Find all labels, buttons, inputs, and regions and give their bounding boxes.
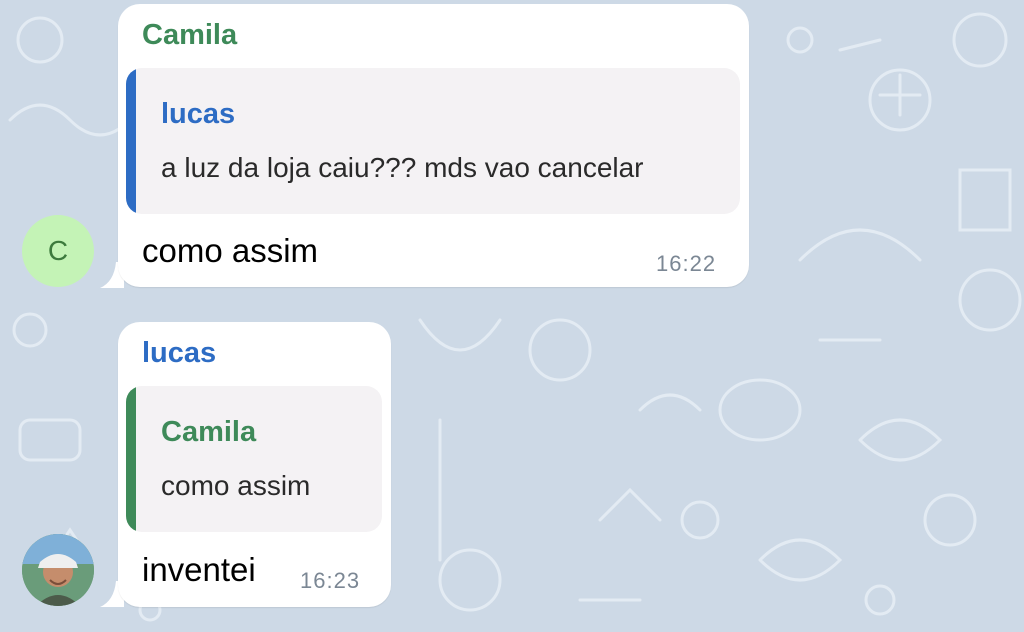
avatar-initial: C	[47, 235, 69, 266]
avatar[interactable]: C	[22, 215, 94, 287]
reply-bar	[126, 68, 136, 214]
reply-preview[interactable]: lucas a luz da loja caiu??? mds vao canc…	[126, 68, 740, 214]
sender-name[interactable]: lucas	[142, 337, 216, 370]
message-time: 16:22	[656, 251, 717, 276]
reply-preview[interactable]: Camila como assim	[126, 386, 382, 532]
reply-text: como assim	[161, 470, 311, 501]
reply-sender-name: Camila	[161, 416, 257, 448]
message-text: inventei	[142, 551, 256, 588]
reply-sender-name: lucas	[161, 98, 236, 130]
message-bubble[interactable]: lucas Camila como assim inventei 16:23	[118, 322, 391, 607]
reply-bar	[126, 386, 136, 532]
message-time: 16:23	[300, 568, 361, 593]
avatar[interactable]	[22, 534, 94, 606]
message-text: como assim	[142, 232, 319, 269]
user-photo-icon	[22, 534, 94, 606]
sender-name[interactable]: Camila	[142, 19, 237, 52]
message-bubble[interactable]: Camila lucas a luz da loja caiu??? mds v…	[118, 4, 749, 287]
reply-text: a luz da loja caiu??? mds vao cancelar	[161, 152, 644, 183]
